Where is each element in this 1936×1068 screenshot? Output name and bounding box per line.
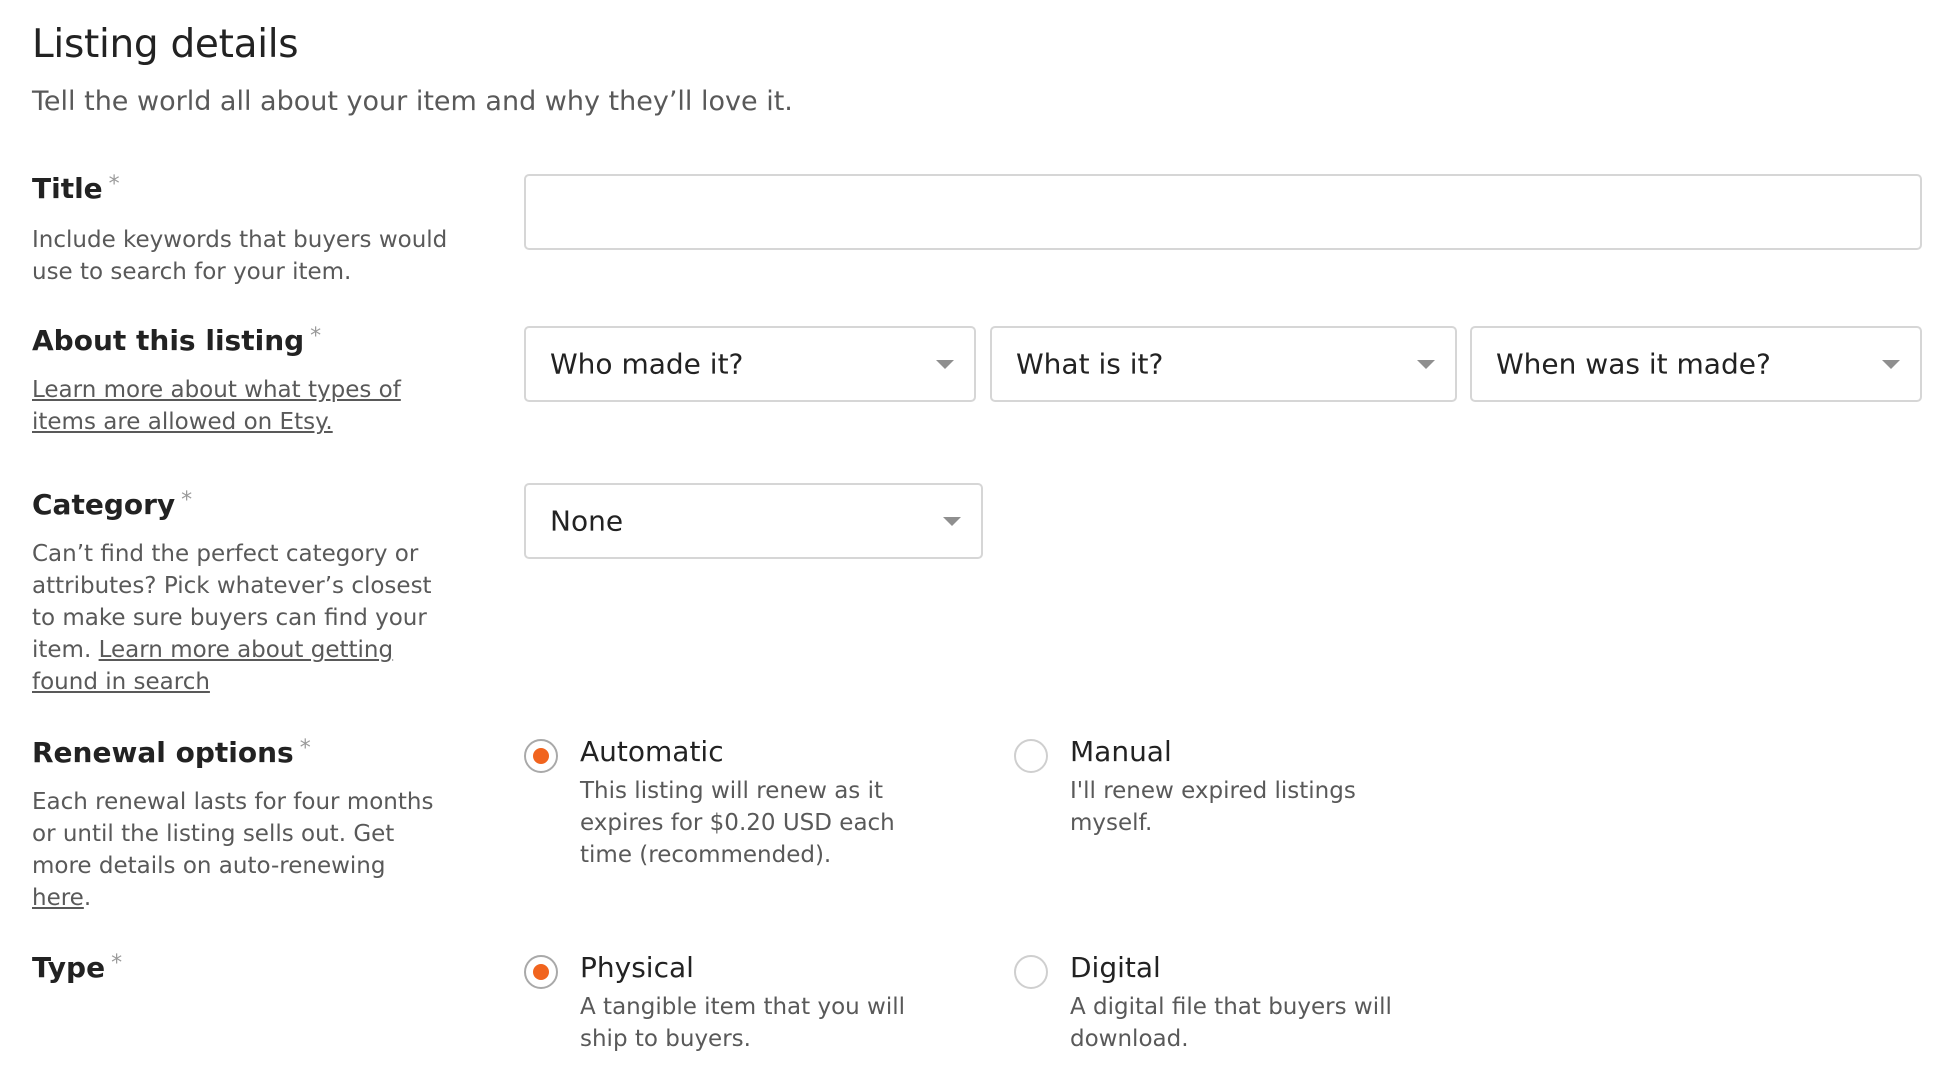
renewal-label-text: Renewal options bbox=[32, 736, 294, 769]
who-made-select[interactable]: Who made it? bbox=[524, 326, 976, 402]
digital-label: Digital bbox=[1070, 951, 1161, 984]
what-is-select[interactable]: What is it? bbox=[990, 326, 1457, 402]
title-label: Title * bbox=[32, 172, 120, 205]
chevron-down-icon bbox=[1882, 360, 1900, 369]
required-marker: * bbox=[111, 951, 123, 976]
who-made-value: Who made it? bbox=[550, 347, 744, 381]
chevron-down-icon bbox=[936, 360, 954, 369]
required-marker: * bbox=[181, 488, 193, 513]
digital-desc: A digital file that buyers will download… bbox=[1070, 994, 1392, 1052]
title-input[interactable] bbox=[524, 174, 1922, 250]
what-is-value: What is it? bbox=[1016, 347, 1164, 381]
about-label: About this listing * bbox=[32, 324, 321, 357]
required-marker: * bbox=[299, 736, 311, 761]
required-marker: * bbox=[310, 324, 322, 349]
required-marker: * bbox=[108, 172, 120, 197]
listing-details-page: Listing details Tell the world all about… bbox=[0, 0, 1936, 1068]
title-label-text: Title bbox=[32, 172, 103, 205]
title-help: Include keywords that buyers would use t… bbox=[32, 227, 448, 285]
page-title: Listing details bbox=[32, 22, 299, 67]
physical-label: Physical bbox=[580, 951, 694, 984]
auto-renew-here-link[interactable]: here bbox=[32, 885, 84, 911]
category-select[interactable]: None bbox=[524, 483, 983, 559]
radio-selected-dot bbox=[533, 748, 549, 764]
automatic-desc: This listing will renew as it expires fo… bbox=[580, 778, 895, 868]
digital-radio[interactable] bbox=[1014, 955, 1048, 989]
automatic-radio[interactable] bbox=[524, 739, 558, 773]
manual-label: Manual bbox=[1070, 735, 1172, 768]
category-help: Can’t find the perfect category or attri… bbox=[32, 538, 442, 698]
automatic-label: Automatic bbox=[580, 735, 724, 768]
physical-desc: A tangible item that you will ship to bu… bbox=[580, 994, 906, 1052]
allowed-items-link[interactable]: Learn more about what types of items are… bbox=[32, 377, 401, 435]
renewal-help: Each renewal lasts for four months or un… bbox=[32, 786, 442, 914]
renewal-label: Renewal options * bbox=[32, 736, 311, 769]
about-label-text: About this listing bbox=[32, 324, 305, 357]
about-help: Learn more about what types of items are… bbox=[32, 374, 432, 438]
category-label: Category * bbox=[32, 488, 192, 521]
chevron-down-icon bbox=[1417, 360, 1435, 369]
renewal-help-end: . bbox=[83, 885, 92, 911]
category-value: None bbox=[550, 504, 624, 538]
when-made-value: When was it made? bbox=[1496, 347, 1771, 381]
when-made-select[interactable]: When was it made? bbox=[1470, 326, 1922, 402]
radio-selected-dot bbox=[533, 964, 549, 980]
renewal-help-text: Each renewal lasts for four months or un… bbox=[32, 789, 434, 879]
type-label-text: Type bbox=[32, 951, 106, 984]
page-subtitle: Tell the world all about your item and w… bbox=[32, 86, 793, 117]
manual-desc: I'll renew expired listings myself. bbox=[1070, 778, 1356, 836]
manual-radio[interactable] bbox=[1014, 739, 1048, 773]
physical-radio[interactable] bbox=[524, 955, 558, 989]
category-label-text: Category bbox=[32, 488, 176, 521]
type-label: Type * bbox=[32, 951, 122, 984]
chevron-down-icon bbox=[943, 517, 961, 526]
